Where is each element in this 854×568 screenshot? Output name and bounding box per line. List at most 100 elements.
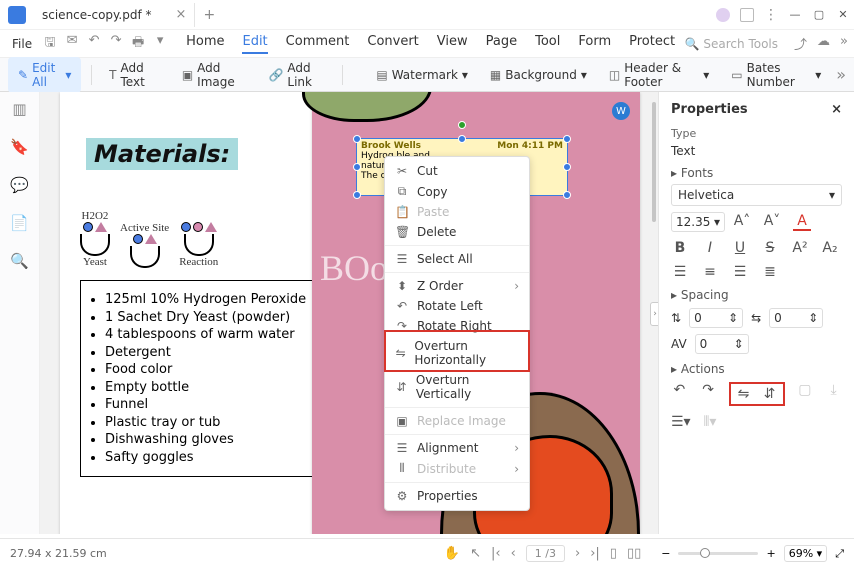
attachments-icon[interactable]: 📄 xyxy=(10,214,29,232)
fit-page-icon[interactable]: ⤢ xyxy=(835,547,844,561)
menu-protect[interactable]: Protect xyxy=(629,34,675,54)
ctx-selectall[interactable]: ☰Select All xyxy=(385,249,529,269)
announce-icon[interactable] xyxy=(740,8,754,22)
font-select[interactable]: Helvetica▾ xyxy=(671,184,842,206)
first-page-button[interactable]: |‹ xyxy=(491,546,501,561)
rotate-left-action[interactable]: ↶ xyxy=(671,382,688,406)
header-footer-button[interactable]: ◫Header & Footer▾ xyxy=(602,56,716,94)
strike-button[interactable]: S xyxy=(761,240,779,256)
redo-icon[interactable]: ↷ xyxy=(108,33,124,55)
close-tab-icon[interactable]: × xyxy=(176,7,187,22)
menu-home[interactable]: Home xyxy=(186,34,224,54)
av-spacing-input[interactable]: 0⇕ xyxy=(695,334,749,354)
font-shrink-icon[interactable]: A˅ xyxy=(763,213,781,231)
single-page-view-icon[interactable]: ▯ xyxy=(610,546,617,561)
watermark-button[interactable]: ▤Watermark▾ xyxy=(369,63,475,87)
char-spacing-input[interactable]: 0⇕ xyxy=(769,308,823,328)
align-justify-button[interactable]: ≣ xyxy=(761,264,779,280)
rotate-handle[interactable] xyxy=(458,121,466,129)
ctx-rotate-right[interactable]: ↷Rotate Right xyxy=(385,316,529,336)
two-page-view-icon[interactable]: ▯▯ xyxy=(627,546,641,561)
menu-form[interactable]: Form xyxy=(578,34,611,54)
mail-icon[interactable]: ✉ xyxy=(64,33,80,55)
bates-number-button[interactable]: ▭Bates Number▾ xyxy=(724,56,828,94)
prev-page-button[interactable]: ‹ xyxy=(511,546,516,561)
search-panel-icon[interactable]: 🔍 xyxy=(10,252,29,270)
ctx-delete[interactable]: 🗑Delete xyxy=(385,222,529,242)
print-icon[interactable]: 🖶 xyxy=(130,33,146,55)
ctx-copy[interactable]: ⧉Copy xyxy=(385,181,529,202)
align-center-button[interactable]: ≡ xyxy=(701,264,719,280)
ctx-rotate-left[interactable]: ↶Rotate Left xyxy=(385,296,529,316)
line-spacing-input[interactable]: 0⇕ xyxy=(689,308,743,328)
select-tool-icon[interactable]: ↖ xyxy=(470,546,481,561)
menu-page[interactable]: Page xyxy=(486,34,517,54)
menu-view[interactable]: View xyxy=(437,34,468,54)
resize-handle[interactable] xyxy=(563,191,571,199)
zoom-slider[interactable] xyxy=(678,552,758,555)
superscript-button[interactable]: A² xyxy=(791,240,809,256)
undo-icon[interactable]: ↶ xyxy=(86,33,102,55)
collapse-panel-button[interactable]: › xyxy=(650,302,658,326)
add-text-button[interactable]: TAdd Text xyxy=(102,56,167,94)
close-panel-icon[interactable]: × xyxy=(831,102,842,117)
save-icon[interactable]: 🖫 xyxy=(42,33,58,55)
resize-handle[interactable] xyxy=(353,191,361,199)
align-menu-action[interactable]: ☰▾ xyxy=(671,414,689,430)
ctx-alignment[interactable]: ☰Alignment› xyxy=(385,438,529,458)
close-window-button[interactable]: ✕ xyxy=(836,8,850,22)
document-canvas[interactable]: Materials: H2O2 Yeast Active Site Reacti… xyxy=(40,92,658,534)
page-number-input[interactable]: 1 /3 xyxy=(526,545,565,562)
bold-button[interactable]: B xyxy=(671,240,689,256)
next-page-button[interactable]: › xyxy=(575,546,580,561)
comments-icon[interactable]: 💬 xyxy=(10,176,29,194)
file-menu[interactable]: File xyxy=(6,37,38,51)
menu-overflow-icon[interactable]: » xyxy=(840,34,848,53)
user-avatar-icon[interactable] xyxy=(716,8,730,22)
font-color-icon[interactable]: A xyxy=(793,213,811,231)
zoom-in-button[interactable]: + xyxy=(766,547,775,560)
resize-handle[interactable] xyxy=(563,135,571,143)
minimize-button[interactable]: — xyxy=(788,8,802,22)
italic-button[interactable]: I xyxy=(701,240,719,256)
search-tools[interactable]: 🔍 Search Tools xyxy=(684,37,778,51)
zoom-value[interactable]: 69% ▾ xyxy=(784,545,827,562)
resize-handle[interactable] xyxy=(353,135,361,143)
word-badge-icon[interactable]: W xyxy=(612,102,630,120)
ctx-zorder[interactable]: ⬍Z Order› xyxy=(385,276,529,296)
print-dropdown-icon[interactable]: ▾ xyxy=(152,33,168,55)
thumbnails-icon[interactable]: ▥ xyxy=(12,100,26,118)
ctx-cut[interactable]: ✂Cut xyxy=(385,161,529,181)
hand-tool-icon[interactable]: ✋ xyxy=(444,546,460,561)
ctx-overturn-h[interactable]: ⇋Overturn Horizontally xyxy=(385,336,529,370)
menu-convert[interactable]: Convert xyxy=(367,34,418,54)
edit-all-button[interactable]: ✎ Edit All ▾ xyxy=(8,57,81,93)
font-grow-icon[interactable]: A˄ xyxy=(733,213,751,231)
resize-handle[interactable] xyxy=(563,163,571,171)
align-right-button[interactable]: ☰ xyxy=(731,264,749,280)
subscript-button[interactable]: A₂ xyxy=(821,240,839,256)
resize-handle[interactable] xyxy=(458,135,466,143)
background-button[interactable]: ▦Background▾ xyxy=(483,63,594,87)
last-page-button[interactable]: ›| xyxy=(590,546,600,561)
flip-h-action[interactable]: ⇋ xyxy=(735,386,753,402)
document-tab[interactable]: science-copy.pdf * × xyxy=(34,3,195,27)
scrollbar[interactable] xyxy=(652,102,656,222)
bookmark-icon[interactable]: 🔖 xyxy=(10,138,29,156)
cloud-icon[interactable]: ☁ xyxy=(817,34,830,53)
ctx-properties[interactable]: ⚙Properties xyxy=(385,486,529,506)
resize-handle[interactable] xyxy=(353,163,361,171)
menu-edit[interactable]: Edit xyxy=(242,34,267,54)
more-icon[interactable]: ⋮ xyxy=(764,7,778,23)
add-image-button[interactable]: ▣Add Image xyxy=(175,56,254,94)
add-link-button[interactable]: 🔗Add Link xyxy=(261,56,332,94)
new-tab-button[interactable]: + xyxy=(203,7,215,23)
rotate-right-action[interactable]: ↷ xyxy=(700,382,717,406)
ctx-overturn-v[interactable]: ⇵Overturn Vertically xyxy=(385,370,529,404)
menu-tool[interactable]: Tool xyxy=(535,34,560,54)
share-icon[interactable]: ⤴ xyxy=(794,34,807,53)
font-size-input[interactable]: 12.35▾ xyxy=(671,212,725,232)
menu-comment[interactable]: Comment xyxy=(286,34,350,54)
zoom-out-button[interactable]: − xyxy=(661,547,670,560)
toolbar-overflow-icon[interactable]: » xyxy=(836,65,846,84)
